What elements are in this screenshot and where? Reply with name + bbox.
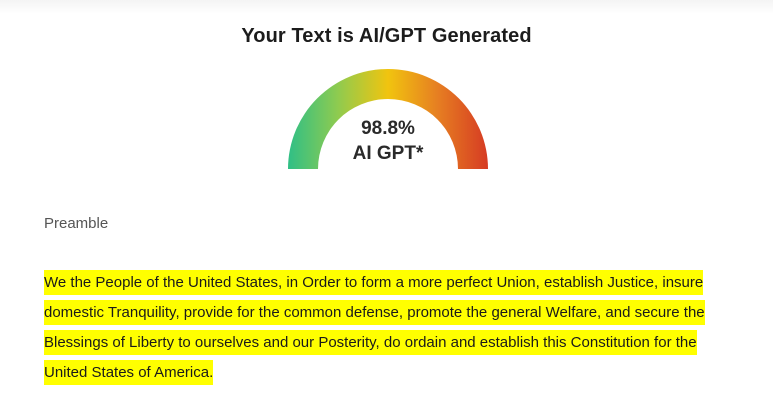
result-title: Your Text is AI/GPT Generated [241,25,532,47]
ai-score-gauge: 98.8% AI GPT* [283,64,493,174]
top-bar [0,0,773,14]
ai-detector-result-page: Your Text is AI/GPT Generated 98.8% AI G… [0,0,773,400]
analyzed-text: We the People of the United States, in O… [44,268,744,388]
section-heading: Preamble [44,215,109,232]
gauge-value: 98.8% [361,118,415,139]
gauge-label: AI GPT* [352,143,424,164]
highlighted-ai-text: We the People of the United States, in O… [44,270,705,385]
